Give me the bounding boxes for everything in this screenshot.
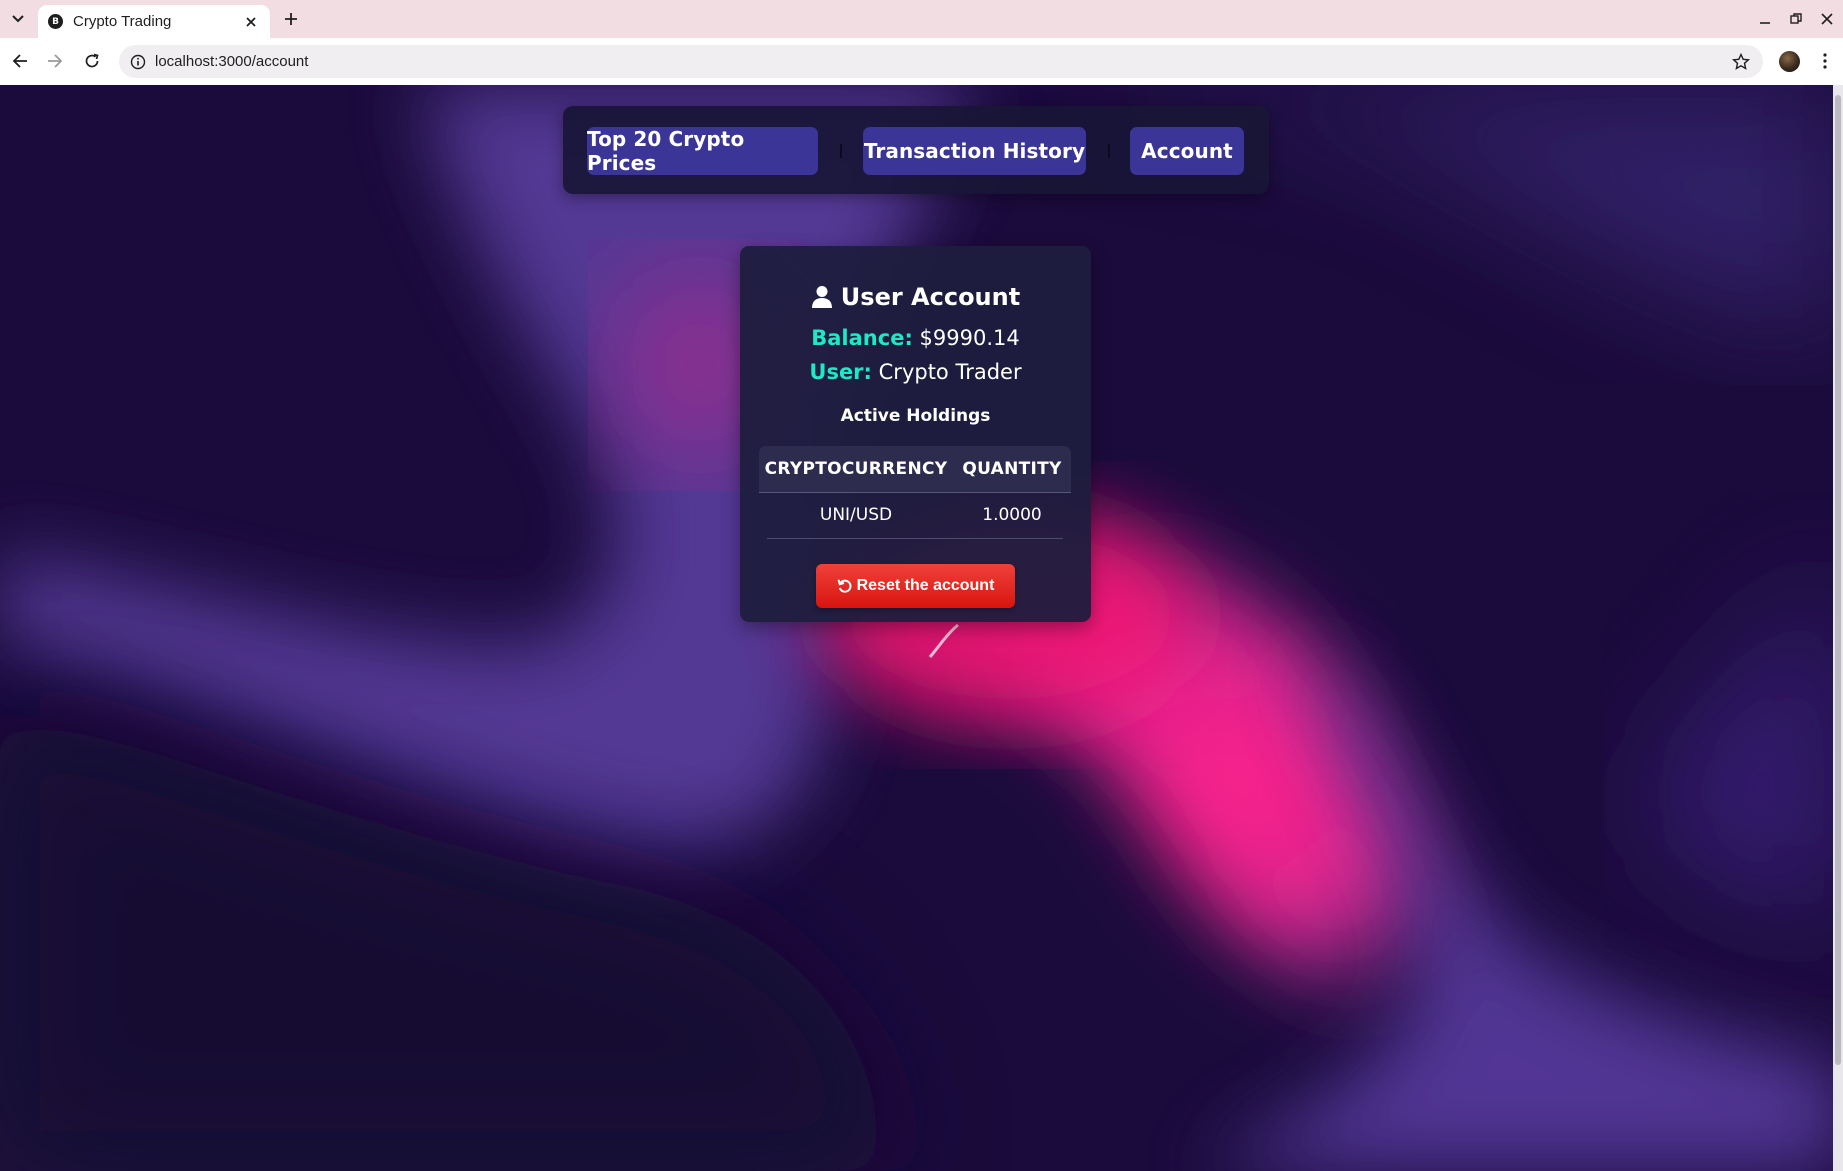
nav-separator [1108, 144, 1110, 158]
restore-button[interactable] [1787, 10, 1805, 28]
user-label: User: [809, 360, 872, 384]
user-line: User: Crypto Trader [740, 360, 1091, 384]
cell-crypto: UNI/USD [819, 505, 893, 525]
plus-icon [285, 13, 297, 25]
browser-tab-active[interactable]: B Crypto Trading [38, 5, 270, 38]
tab-search-dropdown[interactable] [6, 8, 30, 30]
user-value: Crypto Trader [878, 360, 1022, 384]
balance-value: $9990.14 [919, 326, 1020, 350]
nav-transaction-history[interactable]: Transaction History [863, 127, 1086, 175]
info-icon [130, 54, 146, 70]
undo-icon [837, 578, 853, 594]
star-icon [1732, 53, 1750, 70]
close-icon [246, 17, 256, 27]
card-title: User Account [740, 280, 1091, 314]
table-row: UNI/USD 1.0000 [767, 492, 1063, 539]
browser-toolbar: localhost:3000/account [0, 38, 1843, 85]
kebab-menu-icon [1823, 53, 1827, 69]
profile-avatar[interactable] [1779, 51, 1800, 72]
balance-line: Balance: $9990.14 [740, 326, 1091, 350]
page-scrollbar[interactable] [1833, 85, 1843, 1171]
browser-menu-button[interactable] [1818, 50, 1832, 72]
chevron-down-icon [12, 15, 24, 23]
nav-separator [840, 144, 842, 158]
address-bar[interactable]: localhost:3000/account [119, 45, 1763, 78]
column-header-cryptocurrency: CRYPTOCURRENCY [764, 459, 948, 479]
back-arrow-icon [12, 54, 27, 68]
minimize-icon [1760, 22, 1770, 24]
table-header: CRYPTOCURRENCY QUANTITY [759, 446, 1071, 493]
column-header-quantity: QUANTITY [962, 459, 1062, 479]
reset-account-button[interactable]: Reset the account [816, 564, 1015, 608]
reset-button-label: Reset the account [856, 577, 995, 594]
user-account-card: User Account Balance: $9990.14 User: Cry… [740, 246, 1091, 622]
card-title-text: User Account [840, 283, 1021, 311]
close-icon [1821, 13, 1833, 25]
tab-title: Crypto Trading [73, 13, 172, 30]
reload-button[interactable] [81, 50, 103, 72]
minimize-button[interactable] [1756, 10, 1774, 28]
close-window-button[interactable] [1818, 10, 1836, 28]
forward-arrow-icon [48, 54, 63, 68]
nav-account[interactable]: Account [1130, 127, 1244, 175]
restore-icon [1790, 13, 1802, 24]
reload-icon [85, 53, 99, 68]
nav-top-20-prices[interactable]: Top 20 Crypto Prices [587, 127, 818, 175]
user-icon [811, 285, 835, 309]
main-nav: Top 20 Crypto Prices Transaction History… [563, 106, 1269, 194]
url-text: localhost:3000/account [155, 53, 309, 70]
forward-button[interactable] [44, 50, 66, 72]
cell-quantity: 1.0000 [982, 505, 1042, 525]
page-viewport: Top 20 Crypto Prices Transaction History… [0, 85, 1843, 1171]
favicon: B [48, 14, 63, 29]
bookmark-button[interactable] [1731, 52, 1751, 72]
site-info-button[interactable] [129, 53, 147, 71]
back-button[interactable] [9, 50, 31, 72]
tab-close-button[interactable] [242, 13, 260, 31]
active-holdings-title: Active Holdings [840, 406, 991, 426]
balance-label: Balance: [811, 326, 913, 350]
new-tab-button[interactable] [280, 8, 302, 30]
browser-tab-bar: B Crypto Trading [0, 0, 1843, 38]
scroll-thumb[interactable] [1835, 95, 1841, 1065]
